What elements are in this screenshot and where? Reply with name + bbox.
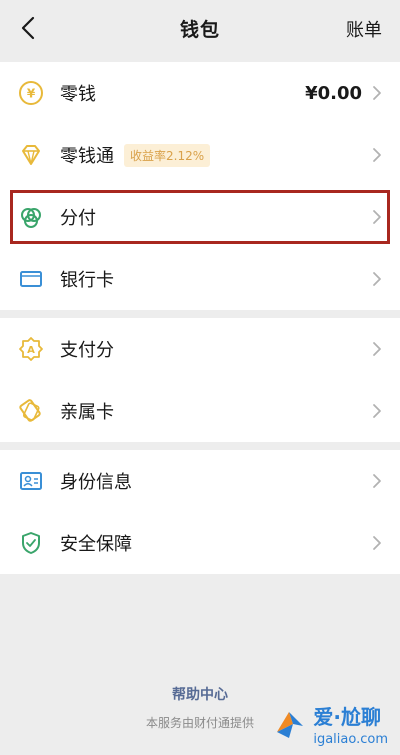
back-button[interactable] <box>14 14 42 42</box>
fenfu-icon <box>18 204 44 230</box>
chevron-right-icon <box>373 210 381 224</box>
chevron-right-icon <box>373 86 381 100</box>
cell-label: 零钱 <box>60 84 96 105</box>
cell-bank-card[interactable]: 银行卡 <box>0 248 400 310</box>
chevron-right-icon <box>373 536 381 550</box>
cell-label: 亲属卡 <box>60 402 114 423</box>
bill-button[interactable]: 账单 <box>346 16 382 42</box>
watermark-cn: 爱·尬聊 <box>313 705 381 729</box>
wallet-group-security: 身份信息 安全保障 <box>0 450 400 574</box>
cell-label: 零钱通 <box>60 146 114 167</box>
cell-label: 银行卡 <box>60 270 114 291</box>
cell-pay-score[interactable]: A 支付分 <box>0 318 400 380</box>
page-title: 钱包 <box>179 18 220 41</box>
balance-value: ¥0.00 <box>305 82 362 104</box>
cell-fenfu[interactable]: 分付 <box>0 186 400 248</box>
cell-lingqiantong[interactable]: 零钱通 收益率2.12% <box>0 124 400 186</box>
cell-label: 安全保障 <box>60 534 132 555</box>
family-card-icon <box>18 398 44 424</box>
cell-label: 身份信息 <box>60 472 132 493</box>
cell-change[interactable]: ¥ 零钱 ¥0.00 <box>0 62 400 124</box>
shield-icon <box>18 530 44 556</box>
chevron-right-icon <box>373 404 381 418</box>
cell-family-card[interactable]: 亲属卡 <box>0 380 400 442</box>
watermark: 爱·尬聊 igaliao.com <box>269 701 388 747</box>
svg-text:¥: ¥ <box>27 87 36 101</box>
chevron-right-icon <box>373 342 381 356</box>
chevron-left-icon <box>21 16 35 40</box>
chevron-right-icon <box>373 474 381 488</box>
watermark-logo-icon <box>277 712 304 738</box>
navbar: 钱包 账单 <box>0 0 400 56</box>
id-card-icon <box>18 468 44 494</box>
pay-score-icon: A <box>18 336 44 362</box>
cell-label: 分付 <box>60 208 96 229</box>
watermark-url: igaliao.com <box>313 732 388 747</box>
yuan-coin-icon: ¥ <box>18 80 44 106</box>
watermark-text: 爱·尬聊 igaliao.com <box>313 701 388 747</box>
wallet-group-finance: ¥ 零钱 ¥0.00 零钱通 收益率2.12% 分付 银行卡 <box>0 62 400 310</box>
diamond-icon <box>18 142 44 168</box>
cell-security[interactable]: 安全保障 <box>0 512 400 574</box>
yield-badge: 收益率2.12% <box>124 143 211 167</box>
svg-text:A: A <box>27 345 35 356</box>
cell-label: 支付分 <box>60 340 114 361</box>
bank-card-icon <box>18 266 44 292</box>
cell-identity[interactable]: 身份信息 <box>0 450 400 512</box>
wallet-group-services: A 支付分 亲属卡 <box>0 318 400 442</box>
chevron-right-icon <box>373 148 381 162</box>
chevron-right-icon <box>373 272 381 286</box>
